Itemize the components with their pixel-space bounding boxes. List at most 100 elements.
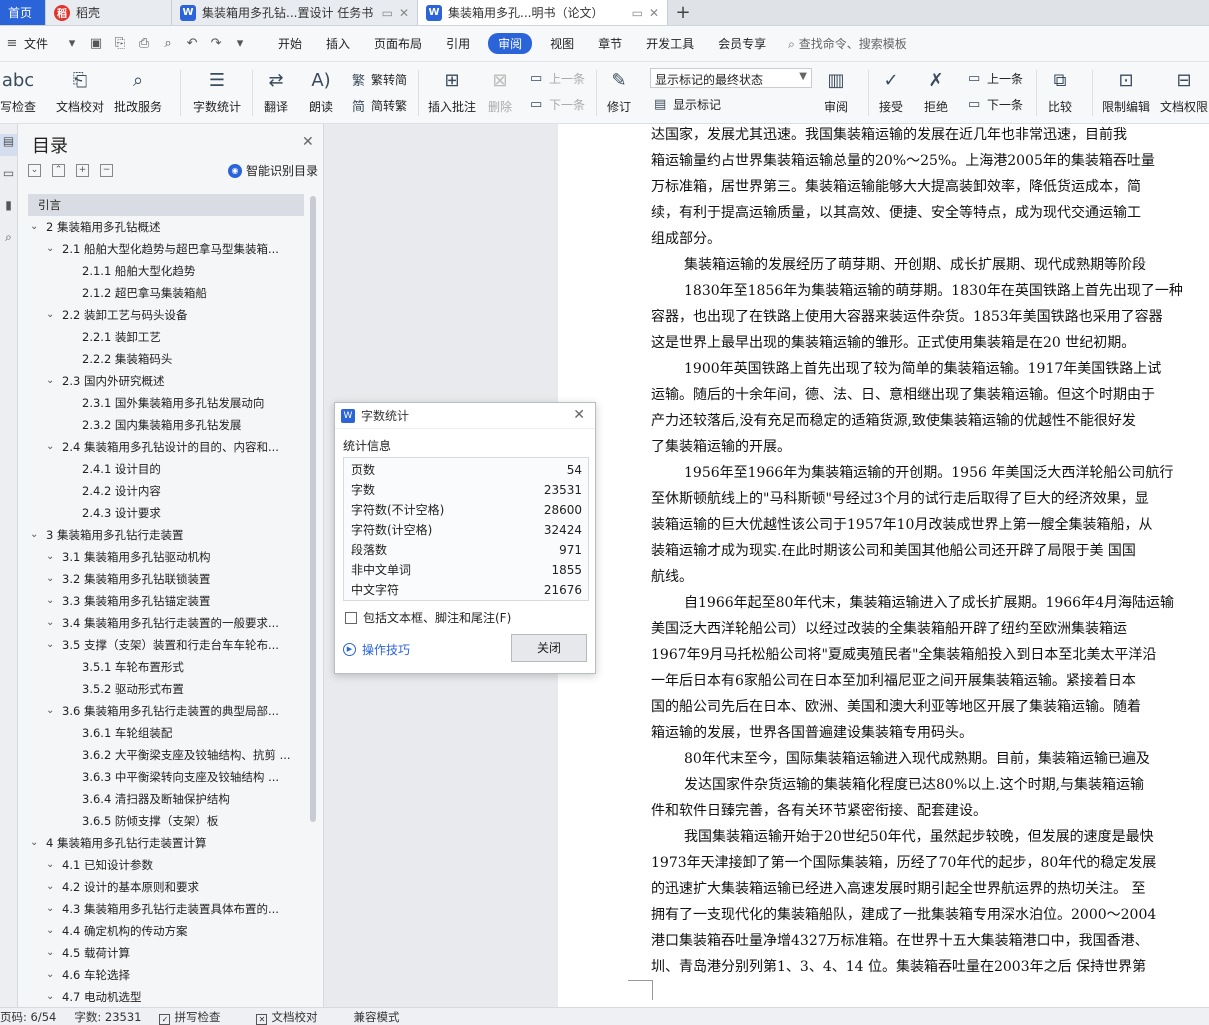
- chevron-down-icon[interactable]: ⌄: [46, 634, 58, 656]
- to-traditional-button[interactable]: 繁繁转简: [352, 70, 407, 89]
- toc-item[interactable]: ⌄ 3.3 集装箱用多孔钻锚定装置: [28, 590, 304, 612]
- document-line[interactable]: 80年代末至今，国际集装箱运输进入现代成熟期。目前，集装箱运输已遍及: [684, 746, 1150, 772]
- document-line[interactable]: 一年后日本有6家船公司在日本至加利福尼亚之间开展集装箱运输。紧接着日本: [651, 668, 1136, 694]
- print-preview-icon[interactable]: ⌕: [158, 36, 178, 51]
- document-line[interactable]: 圳、青岛港分别列第1、3、4、14 位。集装箱吞吐量在2003年之后 保持世界第: [651, 954, 1146, 980]
- tab-pin-icon[interactable]: ▭: [632, 6, 643, 20]
- checkbox-icon[interactable]: [345, 611, 357, 624]
- translate-button[interactable]: ⇄ 翻译: [262, 66, 290, 115]
- close-icon[interactable]: ✕: [573, 407, 585, 423]
- chevron-down-icon[interactable]: ⌄: [46, 238, 58, 260]
- tab-daoke[interactable]: 稻 稻壳: [46, 0, 172, 25]
- menu-reference[interactable]: 引用: [434, 35, 482, 52]
- chevron-down-icon[interactable]: ⌄: [46, 304, 58, 326]
- document-line[interactable]: 美国泛大西洋轮船公司）以经过改装的全集装箱船开辟了纽约至欧洲集装箱运: [651, 616, 1127, 642]
- tab-close-icon[interactable]: ✕: [399, 6, 409, 20]
- document-line[interactable]: 了集装箱运输的开展。: [651, 434, 791, 460]
- search-nav-icon[interactable]: ⌕: [0, 230, 17, 252]
- doc-proof-status[interactable]: ✕ 文档校对: [256, 1009, 335, 1025]
- menu-chapter[interactable]: 章节: [586, 35, 634, 52]
- chevron-down-icon[interactable]: ⌄: [30, 524, 42, 546]
- bookmark-nav-icon[interactable]: ▮: [0, 198, 17, 220]
- toc-item[interactable]: 3.6.5 防倾支撑（支架）板: [28, 810, 304, 832]
- collapse-all-icon[interactable]: ⌄: [28, 164, 41, 177]
- tab-pin-icon[interactable]: ▭: [382, 6, 393, 20]
- new-tab-button[interactable]: +: [668, 0, 698, 25]
- document-line[interactable]: 这是世界上最早出现的集装箱运输的雏形。正式使用集装箱是在20 世纪初期。: [651, 330, 1135, 356]
- document-line[interactable]: 1900年英国铁路上首先出现了较为简单的集装箱运输。1917年美国铁路上试: [684, 356, 1161, 382]
- accept-button[interactable]: ✓ 接受: [877, 66, 905, 115]
- document-line[interactable]: 的迅速扩大集装箱运输已经进入高速发展时期引起全世界航运界的热切关注。 至: [651, 876, 1145, 902]
- chevron-down-icon[interactable]: ⌄: [46, 986, 58, 1008]
- toc-item[interactable]: 2.4.1 设计目的: [28, 458, 304, 480]
- document-page[interactable]: 达国家，发展尤其迅速。我国集装箱运输的发展在近几年也非常迅速，目前我 箱运输量约占…: [558, 124, 1209, 1007]
- chapter-nav-icon[interactable]: ▭: [0, 166, 17, 188]
- toc-item[interactable]: 2.4.3 设计要求: [28, 502, 304, 524]
- toc-item[interactable]: ⌄ 3.5 支撑（支架）装置和行走台车车轮布...: [28, 634, 304, 656]
- delete-comment-button[interactable]: ⊠ 删除: [486, 66, 514, 115]
- expand-all-icon[interactable]: ⌃: [52, 164, 65, 177]
- menu-view[interactable]: 视图: [538, 35, 586, 52]
- dialog-titlebar[interactable]: W 字数统计 ✕: [335, 403, 595, 429]
- toc-item[interactable]: ⌄ 2.3 国内外研究概述: [28, 370, 304, 392]
- document-line[interactable]: 箱运输量约占世界集装箱运输总量的20%～25%。上海港2005年的集装箱吞吐量: [651, 148, 1155, 174]
- toc-item[interactable]: ⌄ 3.1 集装箱用多孔钻驱动机构: [28, 546, 304, 568]
- prev-comment-button[interactable]: ▭ 上一条: [530, 70, 585, 87]
- toc-item[interactable]: 2.3.2 国内集装箱用多孔钻发展: [28, 414, 304, 436]
- document-line[interactable]: 容器，也出现了在铁路上使用大容器来装运件杂货。1853年美国铁路也采用了容器: [651, 304, 1163, 330]
- next-comment-button[interactable]: ▭ 下一条: [530, 96, 585, 113]
- toc-item[interactable]: ⌄ 3.6 集装箱用多孔钻行走装置的典型局部...: [28, 700, 304, 722]
- compare-button[interactable]: ⧉ 比较: [1046, 66, 1074, 115]
- menu-file[interactable]: 文件: [24, 35, 60, 52]
- chevron-down-icon[interactable]: ⌄: [46, 568, 58, 590]
- toc-item[interactable]: 2.1.1 船舶大型化趋势: [28, 260, 304, 282]
- toc-item[interactable]: 2.2.1 装卸工艺: [28, 326, 304, 348]
- toc-item[interactable]: ⌄ 3.2 集装箱用多孔钻联锁装置: [28, 568, 304, 590]
- chevron-down-icon[interactable]: ▾: [62, 36, 82, 51]
- toc-item[interactable]: 2.3.1 国外集装箱用多孔钻发展动向: [28, 392, 304, 414]
- toc-item[interactable]: ⌄ 4.1 已知设计参数: [28, 854, 304, 876]
- toc-item[interactable]: ⌄ 4.5 载荷计算: [28, 942, 304, 964]
- toc-item[interactable]: ⌄ 4.2 设计的基本原则和要求: [28, 876, 304, 898]
- remove-heading-icon[interactable]: −: [100, 164, 113, 177]
- menu-start[interactable]: 开始: [266, 35, 314, 52]
- document-line[interactable]: 1956年至1966年为集装箱运输的开创期。1956 年美国泛大西洋轮船公司航行: [684, 460, 1173, 486]
- document-line[interactable]: 1967年9月马托松船公司将"夏威夷殖民者"全集装箱船投入到日本至北美太平洋沿: [651, 642, 1156, 668]
- document-line[interactable]: 装箱运输的巨大优越性该公司于1957年10月改装成世界上第一艘全集装箱船，从: [651, 512, 1152, 538]
- document-line[interactable]: 航线。: [651, 564, 693, 590]
- toc-item[interactable]: ⌄ 2.1 船舶大型化趋势与超巴拿马型集装箱...: [28, 238, 304, 260]
- page-indicator[interactable]: 页码: 6/54: [0, 1009, 56, 1025]
- show-markup-button[interactable]: ▤ 显示标记: [654, 96, 721, 113]
- document-line[interactable]: 组成部分。: [651, 226, 721, 252]
- to-simplified-button[interactable]: 简简转繁: [352, 96, 407, 115]
- chevron-down-icon[interactable]: ⌄: [46, 876, 58, 898]
- toc-item[interactable]: ⌄ 3.4 集装箱用多孔钻行走装置的一般要求...: [28, 612, 304, 634]
- chevron-down-icon[interactable]: ⌄: [46, 370, 58, 392]
- toc-item[interactable]: 3.6.4 清扫器及断轴保护结构: [28, 788, 304, 810]
- menu-icon[interactable]: ≡: [2, 36, 22, 51]
- chevron-down-icon[interactable]: ⌄: [46, 854, 58, 876]
- document-line[interactable]: 箱运输的发展，世界各国普遍建设集装箱专用码头。: [651, 720, 973, 746]
- document-line[interactable]: 至休斯顿航线上的"马科斯顿"号经过3个月的试行走后取得了巨大的经济效果，显: [651, 486, 1149, 512]
- tab-task-doc[interactable]: W 集装箱用多孔钻...置设计 任务书 ▭ ✕: [172, 0, 418, 25]
- document-line[interactable]: 发达国家件杂货运输的集装箱化程度已达80%以上.这个时期,与集装箱运输: [684, 772, 1144, 798]
- chevron-down-icon[interactable]: ⌄: [46, 964, 58, 986]
- tab-close-icon[interactable]: ✕: [649, 6, 659, 20]
- print-icon[interactable]: ⎙: [134, 36, 154, 51]
- toc-item[interactable]: ⌄ 2 集装箱用多孔钻概述: [28, 216, 304, 238]
- export-icon[interactable]: ⎘: [110, 36, 130, 51]
- toc-item[interactable]: ⌄ 2.4 集装箱用多孔钻设计的目的、内容和...: [28, 436, 304, 458]
- document-line[interactable]: 1830年至1856年为集装箱运输的萌芽期。1830年在英国铁路上首先出现了一种: [684, 278, 1183, 304]
- close-icon[interactable]: ✕: [302, 134, 314, 150]
- revise-button[interactable]: ✎ 修订: [605, 66, 633, 115]
- document-line[interactable]: 集装箱运输的发展经历了萌芽期、开创期、成长扩展期、现代成熟期等阶段: [684, 252, 1146, 278]
- toc-item[interactable]: ⌄ 4.4 确定机构的传动方案: [28, 920, 304, 942]
- chevron-down-icon[interactable]: ⌄: [46, 942, 58, 964]
- document-line[interactable]: 续，有利于提高运输质量，以其高效、便捷、安全等特点，成为现代交通运输工: [651, 200, 1141, 226]
- document-line[interactable]: 装箱运输才成为现实.在此时期该公司和美国其他船公司还开辟了局限于美 国国: [651, 538, 1136, 564]
- menu-developer[interactable]: 开发工具: [634, 35, 706, 52]
- spell-check-status[interactable]: ✓ 拼写检查: [159, 1009, 238, 1025]
- document-line[interactable]: 拥有了一支现代化的集装箱船队，建成了一批集装箱专用深水泊位。2000～2004: [651, 902, 1156, 928]
- spell-check-button[interactable]: abc 写检查: [0, 66, 36, 115]
- chevron-down-icon[interactable]: ⌄: [46, 898, 58, 920]
